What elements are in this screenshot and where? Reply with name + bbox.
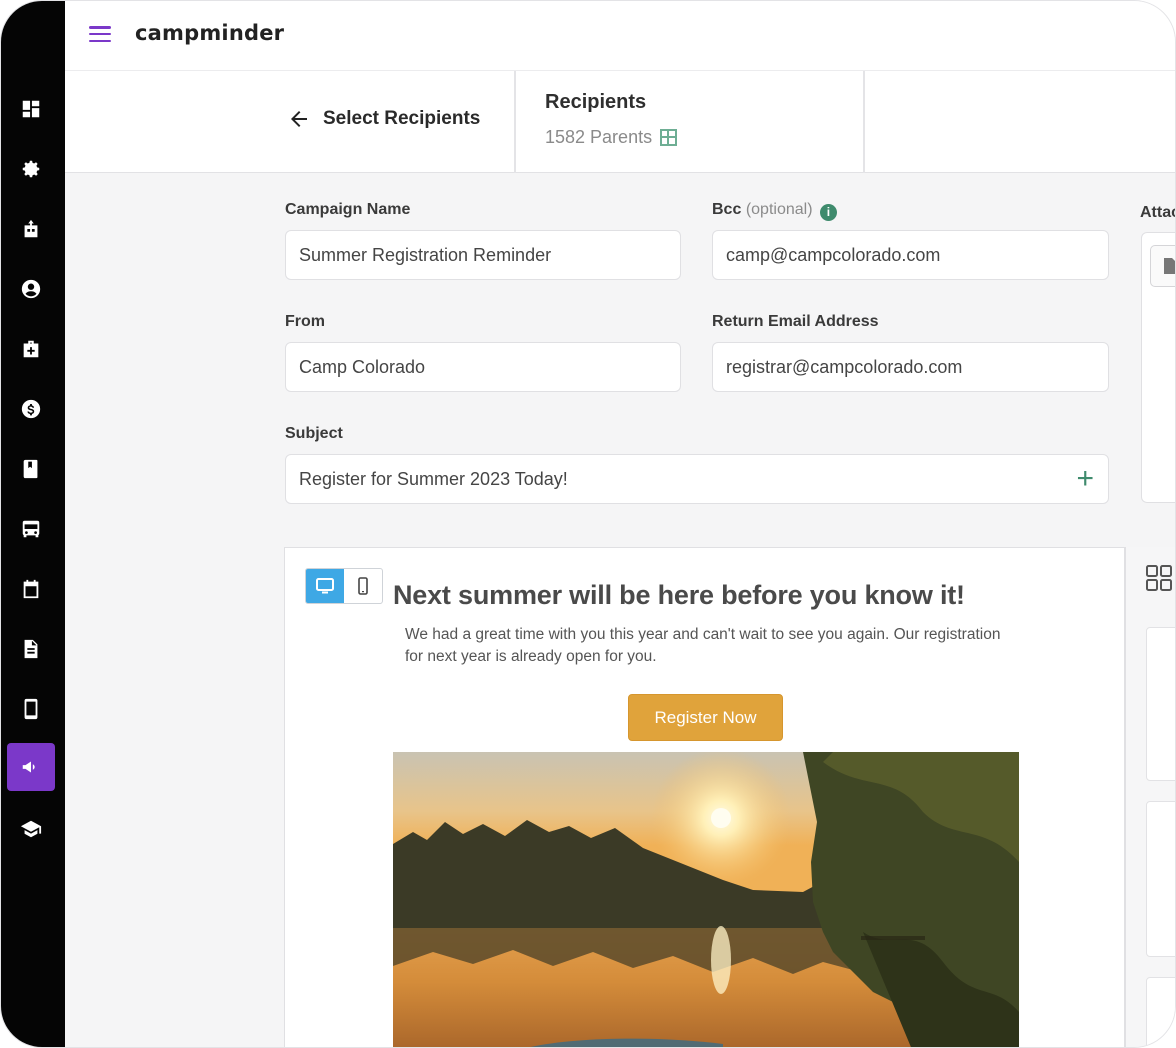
sidebar-item-forms[interactable]	[7, 625, 55, 673]
megaphone-icon	[22, 761, 40, 773]
top-bar: campminder	[65, 1, 1175, 71]
campaign-name-label: Campaign Name	[285, 201, 411, 218]
divider	[863, 71, 865, 173]
recipients-title: Recipients	[545, 91, 647, 113]
bcc-field[interactable]	[712, 230, 1109, 280]
subject-label: Subject	[285, 425, 343, 442]
subject-input[interactable]	[299, 468, 1095, 490]
info-icon[interactable]: i	[819, 204, 837, 221]
add-merge-field-button[interactable]: +	[1076, 464, 1094, 494]
sidebar	[1, 1, 65, 1047]
sidebar-item-dashboard[interactable]	[7, 85, 55, 133]
sidebar-item-records[interactable]	[7, 445, 55, 493]
campaign-name-field[interactable]	[285, 230, 681, 280]
phone-icon	[358, 577, 368, 595]
content-block-card[interactable]	[1146, 627, 1175, 781]
preview-device-toggle	[305, 568, 383, 604]
dollar-icon	[21, 399, 41, 419]
desktop-icon	[316, 578, 334, 594]
bcc-optional-text: (optional)	[745, 201, 813, 218]
person-icon	[21, 279, 41, 299]
lake-sunset-image[interactable]	[393, 752, 1019, 1047]
sidebar-item-staff-training[interactable]	[7, 805, 55, 853]
content-blocks-panel	[1125, 547, 1175, 1047]
from-field[interactable]	[285, 342, 681, 392]
desktop-view-button[interactable]	[306, 569, 344, 603]
sidebar-item-settings[interactable]	[7, 145, 55, 193]
app-window: campminder Select Recipients Recipients …	[0, 0, 1176, 1048]
attachments-panel	[1141, 232, 1175, 503]
mobile-icon	[24, 698, 38, 720]
dashboard-icon	[22, 100, 40, 118]
return-email-field[interactable]	[712, 342, 1109, 392]
attach-file-button[interactable]	[1150, 245, 1175, 287]
sidebar-item-communications[interactable]	[7, 743, 55, 791]
file-icon	[1164, 258, 1175, 274]
sidebar-item-medical[interactable]	[7, 325, 55, 373]
email-body-text[interactable]: We had a great time with you this year a…	[405, 624, 1005, 668]
sidebar-item-financial[interactable]	[7, 385, 55, 433]
content-block-card[interactable]	[1146, 801, 1175, 957]
subject-field[interactable]: +	[285, 454, 1109, 504]
recipients-count-label: 1582 Parents	[545, 127, 653, 147]
medical-kit-icon	[23, 340, 39, 358]
email-editor-canvas: Next summer will be here before you know…	[284, 547, 1125, 1047]
book-icon	[23, 459, 38, 479]
from-input[interactable]	[299, 356, 667, 378]
document-icon	[24, 639, 38, 659]
arrow-left-icon	[291, 111, 307, 127]
attachments-label: Attac	[1140, 204, 1175, 221]
campaign-name-input[interactable]	[299, 244, 667, 266]
sidebar-item-transportation[interactable]	[7, 505, 55, 553]
back-label: Select Recipients	[323, 108, 481, 129]
sidebar-item-people[interactable]	[7, 265, 55, 313]
menu-icon[interactable]	[89, 26, 111, 44]
table-view-icon[interactable]	[660, 129, 678, 146]
recipients-header: Select Recipients Recipients 1582 Parent…	[65, 71, 1175, 173]
mobile-view-button[interactable]	[344, 569, 382, 603]
cabin-icon	[24, 219, 38, 238]
content-block-card[interactable]	[1146, 977, 1175, 1047]
calendar-icon	[23, 579, 39, 599]
bcc-label: Bcc (optional) i	[712, 201, 837, 221]
divider	[514, 71, 516, 173]
return-email-label: Return Email Address	[712, 313, 879, 330]
back-to-select-recipients-button[interactable]: Select Recipients	[287, 107, 480, 131]
bcc-label-text: Bcc	[712, 201, 742, 218]
recipients-count: 1582 Parents	[545, 127, 678, 148]
sidebar-item-calendar[interactable]	[7, 565, 55, 613]
bcc-input[interactable]	[726, 244, 1095, 266]
graduation-cap-icon	[20, 820, 42, 838]
lake-sunset-illustration	[393, 752, 1019, 1047]
from-label: From	[285, 313, 325, 330]
email-heading[interactable]: Next summer will be here before you know…	[393, 580, 965, 611]
gear-icon	[22, 160, 40, 178]
blocks-grid-icon[interactable]	[1146, 565, 1172, 591]
sidebar-item-cabins[interactable]	[7, 205, 55, 253]
bus-icon	[22, 520, 40, 538]
brand-logo: campminder	[135, 21, 285, 45]
return-email-input[interactable]	[726, 356, 1095, 378]
register-now-button[interactable]: Register Now	[628, 694, 783, 741]
sidebar-item-mobile[interactable]	[7, 685, 55, 733]
